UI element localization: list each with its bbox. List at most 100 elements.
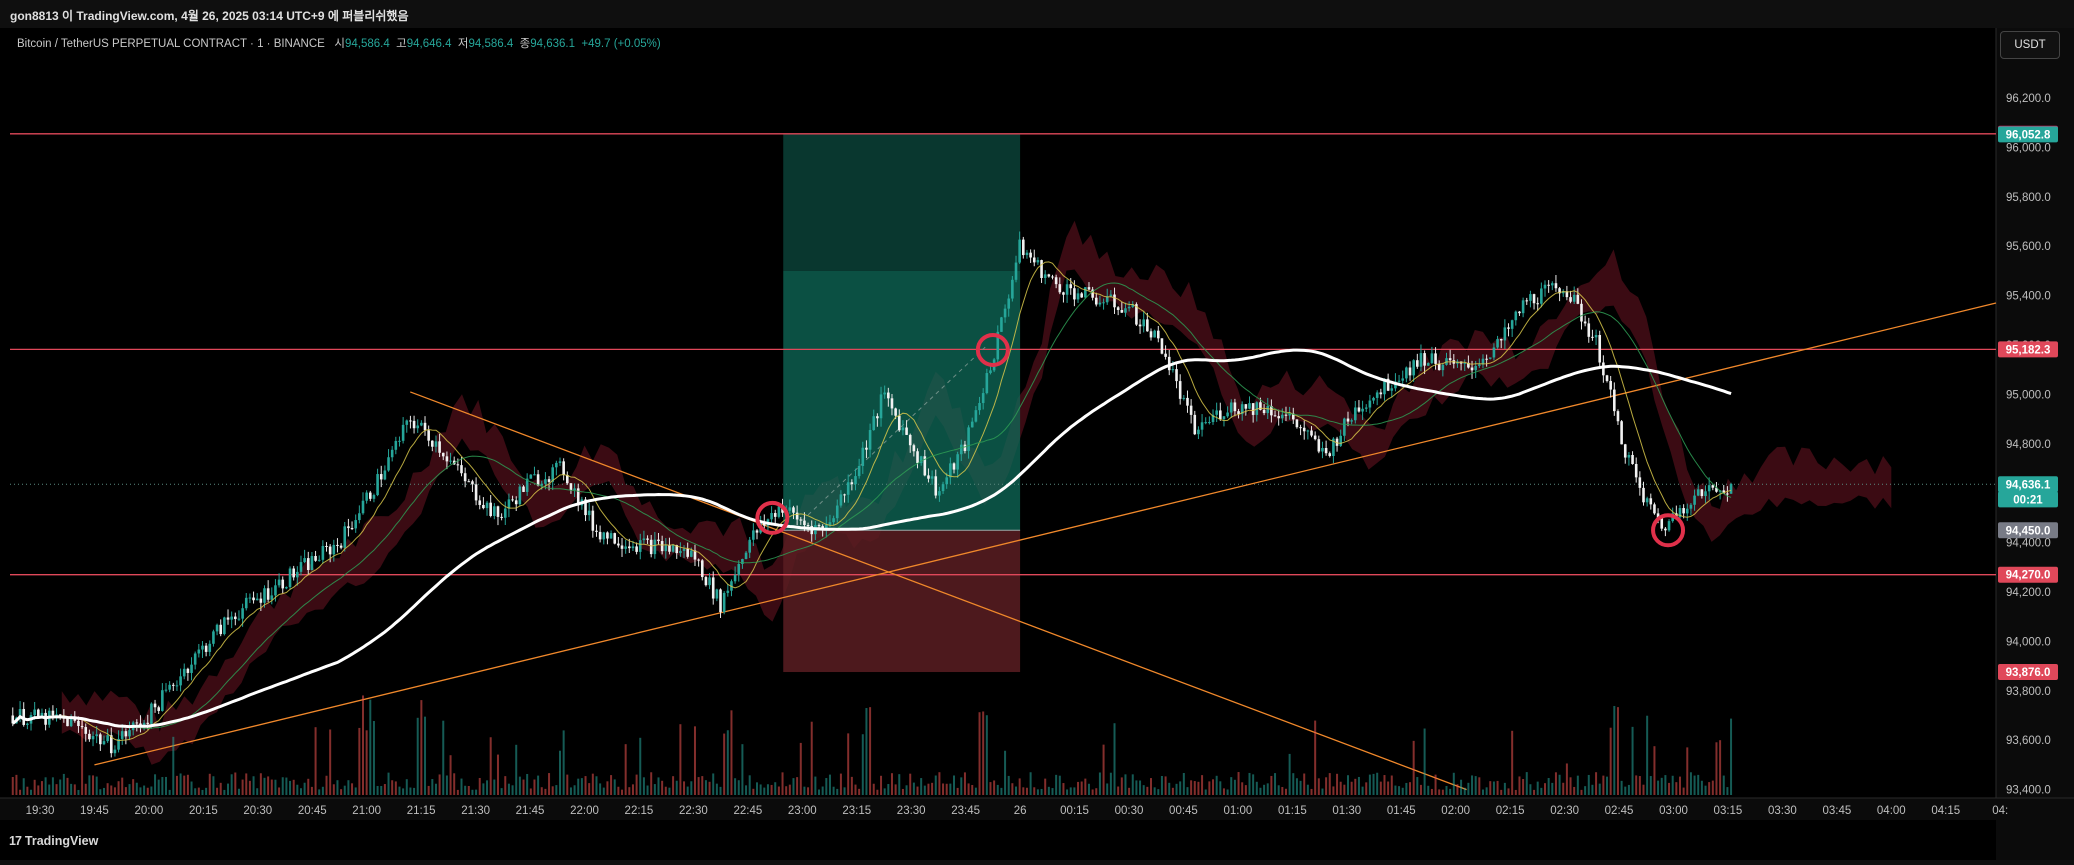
volume-bar <box>1175 783 1178 795</box>
time-tick-label: 04:00 <box>1877 805 1906 817</box>
candle-body <box>967 427 970 451</box>
volume-bar <box>1441 789 1444 795</box>
candle-body <box>744 552 748 560</box>
volume-bar <box>77 789 80 795</box>
volume-bar <box>661 780 664 795</box>
candle-body <box>1547 284 1550 286</box>
candle-body <box>1550 283 1554 286</box>
volume-bar <box>1489 781 1492 795</box>
candle-body <box>456 464 460 466</box>
candle-body <box>1047 274 1051 277</box>
volume-bar <box>1357 776 1360 795</box>
volume-bar <box>1664 775 1667 795</box>
candle-body <box>1313 435 1317 440</box>
chart-area[interactable]: 96,200.0 96,000.0 95,800.0 95,600.0 95,400.0… <box>0 28 2074 860</box>
volume-bar <box>799 742 802 795</box>
candle-body <box>37 709 40 717</box>
volume-bar <box>292 779 295 795</box>
tradingview-logo[interactable]: 17 TradingView <box>9 834 98 848</box>
volume-bar <box>865 708 868 795</box>
volume-bar <box>318 789 321 795</box>
candle-body <box>434 441 438 447</box>
volume-bar <box>223 789 226 795</box>
volume-bar <box>358 727 361 795</box>
candle-body <box>1605 375 1609 381</box>
volume-bar <box>580 778 583 795</box>
volume-bar <box>1219 781 1222 795</box>
volume-bar <box>190 781 193 795</box>
candle-body <box>55 714 58 716</box>
volume-bar <box>259 773 262 795</box>
volume-bar <box>1405 782 1408 795</box>
volume-bar <box>456 789 459 795</box>
candle-body <box>1664 528 1667 531</box>
price-tick-label: 94,400.0 <box>2006 538 2051 550</box>
candle-body <box>755 530 759 533</box>
candle-body <box>303 558 306 563</box>
candle-body <box>547 479 551 482</box>
candle-body <box>1142 319 1146 327</box>
volume-bar <box>1730 718 1733 795</box>
volume-bar <box>1066 789 1069 795</box>
candle-body <box>1645 498 1649 503</box>
candle-body <box>1164 353 1167 357</box>
volume-bar <box>1288 753 1291 795</box>
candle-body <box>1372 397 1375 401</box>
volume-bar <box>1292 773 1295 795</box>
volume-bar <box>365 730 368 795</box>
volume-bar <box>194 788 197 795</box>
volume-bar <box>1671 775 1674 795</box>
volume-bar <box>40 781 43 795</box>
volume-bar <box>1179 781 1182 795</box>
currency-button[interactable]: USDT <box>2000 31 2060 59</box>
volume-bar <box>1201 775 1204 795</box>
volume-bar <box>1642 784 1645 795</box>
volume-bar <box>1124 774 1127 795</box>
candle-body <box>1430 353 1434 364</box>
volume-bar <box>847 733 850 795</box>
candle-body <box>1343 418 1346 436</box>
volume-bar <box>296 784 299 795</box>
volume-bar <box>1128 787 1131 795</box>
time-tick-label: 23:00 <box>788 805 817 817</box>
volume-bar <box>1051 788 1054 795</box>
volume-bar <box>507 783 510 795</box>
volume-bar <box>1270 775 1273 795</box>
candle-body <box>1299 427 1302 429</box>
price-chart[interactable]: 96,200.0 96,000.0 95,800.0 95,600.0 95,400.0… <box>0 28 2074 860</box>
volume-bar <box>1467 782 1470 795</box>
volume-bar <box>1376 772 1379 795</box>
volume-bar <box>1576 775 1579 795</box>
volume-bar <box>33 779 36 795</box>
candle-body <box>569 483 573 491</box>
candle-body <box>496 506 500 517</box>
volume-bar <box>551 786 554 795</box>
volume-bar <box>963 772 966 795</box>
volume-bar <box>588 783 591 795</box>
time-tick-label: 01:30 <box>1332 805 1361 817</box>
volume-bar <box>332 784 335 795</box>
candle-body <box>1219 410 1222 420</box>
time-tick-label: 03:30 <box>1768 805 1797 817</box>
candle-body <box>387 457 390 471</box>
symbol-name[interactable]: Bitcoin / TetherUS PERPETUAL CONTRACT · … <box>17 38 325 50</box>
volume-bar <box>1222 788 1225 795</box>
candle-body <box>690 550 693 557</box>
candle-body <box>1525 300 1529 302</box>
volume-bar <box>1015 786 1018 795</box>
candle-body <box>1262 409 1266 414</box>
volume-bar <box>1157 789 1160 795</box>
candle-body <box>1302 427 1306 432</box>
candle-body <box>168 684 171 690</box>
volume-bar <box>1631 726 1634 795</box>
candle-body <box>1328 453 1332 456</box>
volume-bar <box>102 787 105 795</box>
candle-body <box>1087 287 1091 290</box>
volume-bar <box>1230 777 1233 795</box>
candle-body <box>985 373 989 394</box>
volume-bar <box>1430 788 1433 795</box>
candle-body <box>671 545 675 552</box>
high-label: 고 <box>396 38 407 50</box>
volume-bar <box>1365 782 1368 795</box>
candle-body <box>95 734 98 737</box>
